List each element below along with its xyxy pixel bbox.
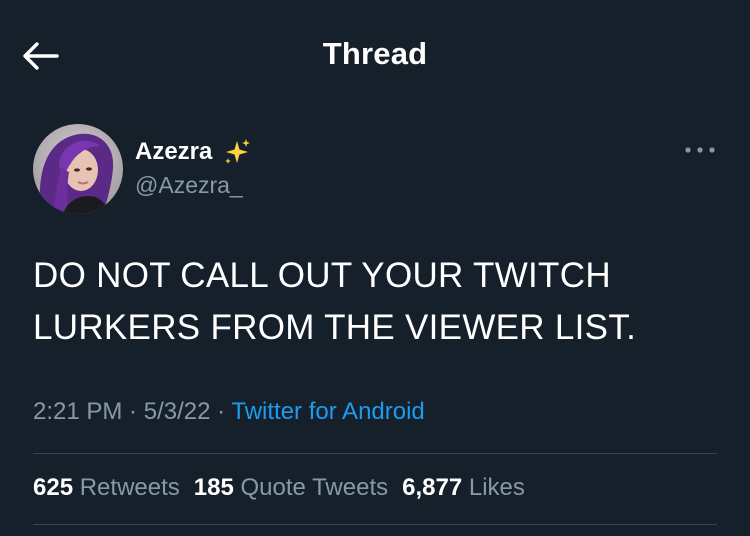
avatar[interactable]: [33, 124, 123, 214]
divider: [33, 524, 717, 525]
user-handle[interactable]: @Azezra_: [135, 172, 243, 199]
likes-stat[interactable]: 6,877 Likes: [402, 474, 525, 502]
tweet-text: DO NOT CALL OUT YOUR TWITCH LURKERS FROM…: [33, 250, 723, 354]
page-title: Thread: [322, 36, 428, 71]
sparkles-icon: [225, 139, 251, 164]
tweet-meta: 2:21 PM · 5/3/22 · Twitter for Android: [33, 398, 425, 426]
retweets-stat[interactable]: 625 Retweets: [33, 474, 180, 502]
quote-tweets-stat[interactable]: 185 Quote Tweets: [194, 474, 388, 502]
tweet-date[interactable]: 5/3/22: [144, 398, 211, 425]
display-name-row: Azezra: [135, 136, 252, 168]
tweet-time[interactable]: 2:21 PM: [33, 398, 122, 425]
meta-separator: ·: [122, 398, 144, 425]
retweets-count: 625: [33, 474, 74, 501]
more-options-button[interactable]: [680, 138, 720, 162]
quote-tweets-count: 185: [193, 474, 234, 501]
tweet-text-line: LURKERS FROM THE VIEWER LIST.: [33, 308, 637, 347]
quote-tweets-label: Quote Tweets: [240, 474, 389, 501]
likes-label: Likes: [468, 474, 525, 501]
display-name[interactable]: Azezra: [135, 138, 212, 166]
meta-separator: ·: [210, 398, 232, 425]
tweet-stats: 625 Retweets 185 Quote Tweets 6,877 Likes: [33, 474, 539, 502]
more-horizontal-icon: [685, 147, 715, 153]
tweet-thread-screen: Thread Azezra @Azezra_ DO NOT CALL OUT Y…: [0, 0, 750, 536]
tweet-text-line: DO NOT CALL OUT YOUR TWITCH: [33, 256, 611, 295]
header: Thread: [0, 0, 750, 110]
tweet-source-link[interactable]: Twitter for Android: [231, 398, 424, 425]
likes-count: 6,877: [402, 474, 463, 501]
divider: [33, 453, 717, 454]
avatar-image: [33, 124, 123, 214]
retweets-label: Retweets: [79, 474, 180, 501]
